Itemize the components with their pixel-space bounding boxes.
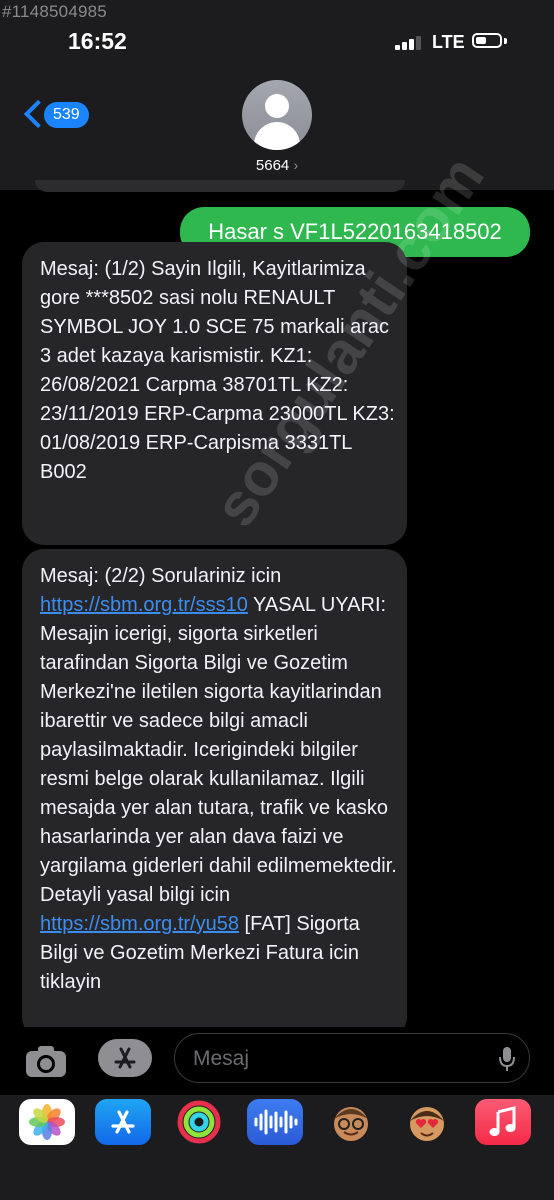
received-message-bubble[interactable]: Mesaj: (1/2) Sayin Ilgili, Kayitlarimiza… [22, 242, 407, 545]
signal-icon [395, 36, 425, 50]
app-store-icon[interactable] [95, 1099, 151, 1145]
image-id-watermark: #1148504985 [2, 2, 107, 21]
memoji-2-icon[interactable] [399, 1099, 455, 1145]
microphone-icon[interactable] [497, 1046, 517, 1072]
message-input[interactable]: Mesaj [174, 1033, 530, 1083]
network-type: LTE [432, 32, 465, 52]
camera-icon[interactable] [24, 1043, 68, 1079]
contact-avatar[interactable] [242, 80, 312, 150]
photos-icon[interactable] [19, 1099, 75, 1145]
previous-message-bubble [35, 180, 405, 192]
music-icon[interactable] [475, 1099, 531, 1145]
back-button[interactable]: 539 [22, 98, 112, 134]
status-time: 16:52 [68, 28, 127, 54]
memoji-icon[interactable] [323, 1099, 379, 1145]
contact-name[interactable]: 5664 › [0, 157, 554, 174]
message-placeholder: Mesaj [193, 1047, 250, 1070]
fitness-icon[interactable] [171, 1099, 227, 1145]
audio-icon[interactable] [247, 1099, 303, 1145]
conversation-header: 16:52 LTE 539 5664 › [0, 0, 554, 190]
imessage-app-drawer [0, 1095, 554, 1200]
input-bar: Mesaj [0, 1027, 554, 1095]
battery-icon [472, 33, 502, 48]
unread-count-badge: 539 [44, 102, 89, 128]
app-store-icon[interactable] [98, 1039, 152, 1077]
person-icon [265, 94, 289, 118]
message-link[interactable]: https://sbm.org.tr/yu58 [40, 913, 239, 935]
message-link[interactable]: https://sbm.org.tr/sss10 [40, 594, 248, 616]
battery-cap [504, 38, 507, 44]
received-message-bubble[interactable]: Mesaj: (2/2) Sorulariniz icin https://sbm… [22, 549, 407, 1039]
chevron-right-icon: › [293, 157, 299, 173]
